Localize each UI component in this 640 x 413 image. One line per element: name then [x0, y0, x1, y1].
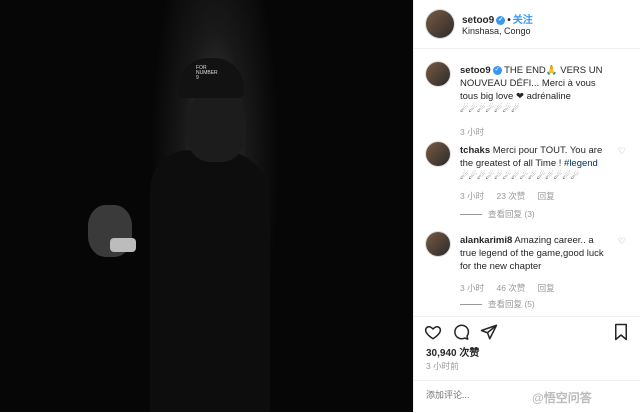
follow-button[interactable]: 关注	[513, 15, 533, 26]
caption-text-block: setoo9 ✓ THE END🙏 VERS UN NOUVEAU DÉFI...…	[460, 64, 610, 116]
separator-dot: •	[507, 15, 511, 26]
comment-meta: 3 小时 46 次赞 回复	[460, 282, 565, 294]
comments-list[interactable]: setoo9 ✓ THE END🙏 VERS UN NOUVEAU DÉFI...…	[414, 48, 640, 316]
comment-meta: 3 小时 23 次赞 回复	[460, 190, 565, 202]
comment-like-icon[interactable]: ♡	[618, 236, 626, 247]
comment-likes[interactable]: 23 次赞	[496, 191, 525, 201]
watermark: @悟空问答	[532, 391, 592, 405]
view-replies-label: 查看回复 (5)	[488, 299, 535, 309]
caption-meta: 3 小时	[460, 126, 494, 138]
verified-badge-icon: ✓	[496, 15, 506, 25]
avatar[interactable]	[426, 10, 454, 38]
comment-time: 3 小时	[460, 191, 485, 201]
comment-username[interactable]: tchaks	[460, 145, 490, 156]
header-user-line: setoo9 ✓ • 关注	[462, 11, 533, 26]
location-link[interactable]: Kinshasa, Congo	[462, 26, 531, 36]
view-replies-button[interactable]: 查看回复 (5)	[460, 298, 535, 310]
comment-likes[interactable]: 46 次赞	[496, 283, 525, 293]
post-time: 3 小时前	[426, 361, 459, 371]
replies-line	[460, 304, 482, 306]
header-username[interactable]: setoo9	[462, 15, 494, 26]
reply-button[interactable]: 回复	[538, 283, 555, 293]
avatar[interactable]	[426, 142, 450, 166]
action-bar	[414, 316, 640, 347]
bookmark-icon[interactable]	[612, 323, 630, 341]
cap-logo-text: FOR NUMBER 9	[196, 65, 218, 81]
heart-outline-icon[interactable]	[424, 323, 442, 341]
photo-figure-head	[186, 90, 246, 162]
comment-input[interactable]	[424, 389, 538, 401]
caption-time: 3 小时	[460, 127, 485, 137]
likes-count[interactable]: 30,940 次赞	[426, 344, 479, 359]
post-sidebar: setoo9 ✓ • 关注 Kinshasa, Congo setoo9 ✓ THE E…	[413, 0, 640, 412]
comment-extra: ☄☄☄☄☄☄☄☄☄☄☄☄☄☄	[460, 171, 580, 182]
comment-text-block: tchaks Merci pour TOUT. You are the grea…	[460, 144, 610, 183]
verified-badge-icon: ✓	[492, 65, 502, 75]
comment-text-block: alankarimi8 Amazing career.. a true lege…	[460, 234, 610, 273]
photo-figure-watch	[110, 238, 136, 252]
add-comment-bar: @悟空问答	[414, 380, 640, 413]
reply-button[interactable]: 回复	[538, 191, 555, 201]
photo-figure-body	[150, 150, 270, 412]
instagram-post: FOR NUMBER 9 setoo9 ✓ • 关注 Kinshasa, Congo …	[0, 0, 640, 412]
hashtag-link[interactable]: #legend	[564, 158, 598, 169]
post-header: setoo9 ✓ • 关注 Kinshasa, Congo	[414, 0, 640, 49]
view-replies-label: 查看回复 (3)	[488, 209, 535, 219]
avatar[interactable]	[426, 232, 450, 256]
comment-like-icon[interactable]: ♡	[618, 146, 626, 157]
avatar[interactable]	[426, 62, 450, 86]
comment-bubble-icon[interactable]	[452, 323, 470, 341]
comment-username[interactable]: alankarimi8	[460, 235, 512, 246]
replies-line	[460, 214, 482, 216]
post-photo[interactable]: FOR NUMBER 9	[0, 0, 413, 412]
view-replies-button[interactable]: 查看回复 (3)	[460, 208, 535, 220]
share-arrow-icon[interactable]	[480, 323, 498, 341]
caption-username[interactable]: setoo9	[460, 65, 491, 76]
comment-time: 3 小时	[460, 283, 485, 293]
